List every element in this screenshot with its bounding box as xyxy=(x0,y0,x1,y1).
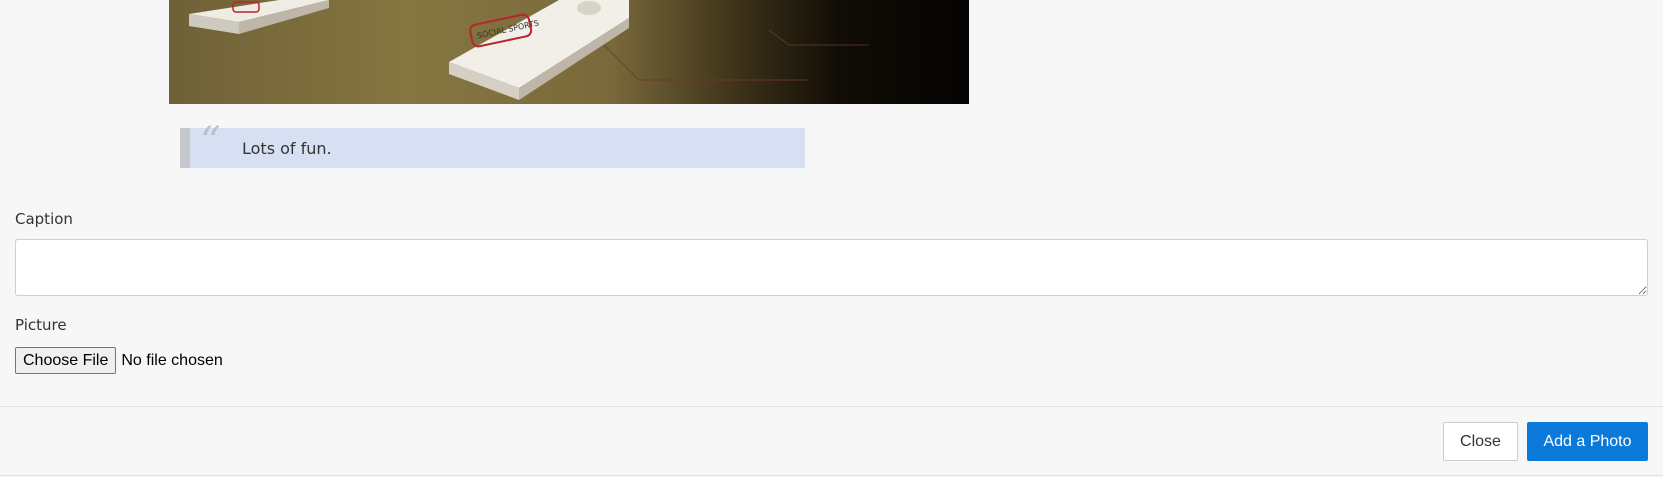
post-photo: SOCIAL SPORTS xyxy=(169,0,969,104)
photo-illustration: SOCIAL SPORTS xyxy=(189,0,869,100)
caption-quote: “ Lots of fun. xyxy=(180,122,805,168)
quote-icon: “ xyxy=(200,119,221,165)
add-photo-button[interactable]: Add a Photo xyxy=(1527,422,1648,461)
close-button[interactable]: Close xyxy=(1443,422,1518,461)
file-input[interactable]: Choose File No file chosen xyxy=(15,347,223,374)
caption-textarea[interactable] xyxy=(15,239,1648,296)
picture-label: Picture xyxy=(15,316,67,334)
quote-text: Lots of fun. xyxy=(242,139,332,158)
file-status-text: No file chosen xyxy=(121,351,223,369)
bottom-divider xyxy=(0,475,1663,476)
choose-file-button[interactable]: Choose File xyxy=(15,347,117,374)
caption-label: Caption xyxy=(15,210,73,228)
footer-divider xyxy=(0,406,1663,407)
